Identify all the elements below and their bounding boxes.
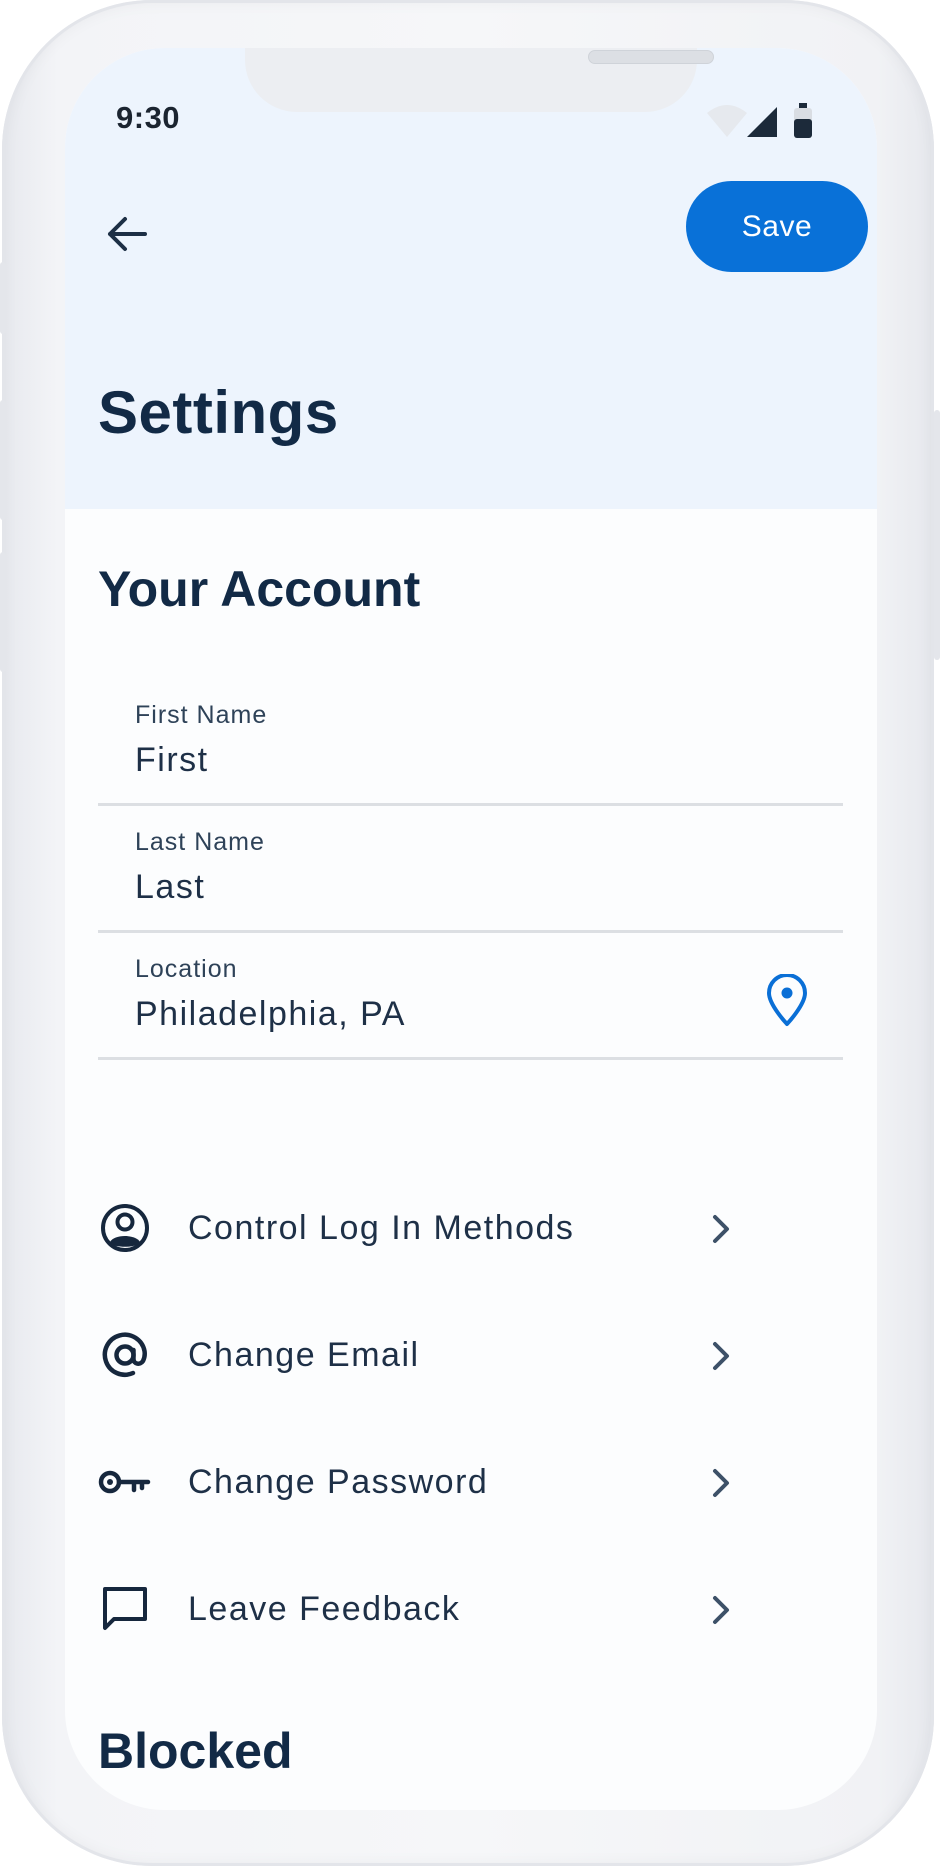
last-name-field[interactable]: Last Name Last: [98, 806, 843, 933]
menu-item-control-log-in-methods[interactable]: Control Log In Methods: [98, 1173, 843, 1283]
menu-item-label: Leave Feedback: [188, 1590, 461, 1628]
page-title: Settings: [98, 379, 339, 446]
first-name-value[interactable]: First: [135, 741, 695, 780]
menu-item-label: Change Email: [188, 1336, 420, 1374]
menu-item-leave-feedback[interactable]: Leave Feedback: [98, 1554, 843, 1664]
back-button[interactable]: [99, 206, 155, 262]
location-pin-icon[interactable]: [764, 973, 810, 1028]
notch: [245, 48, 714, 112]
menu-item-label: Control Log In Methods: [188, 1209, 575, 1247]
status-bar-icons: [705, 101, 825, 141]
last-name-label: Last Name: [135, 828, 265, 856]
location-field[interactable]: Location Philadelphia, PA: [98, 933, 843, 1060]
phone-side-button-volume-up: [0, 400, 6, 520]
chevron-right-icon: [713, 1342, 729, 1370]
phone-side-button-volume-down: [0, 552, 6, 672]
key-icon: [98, 1455, 152, 1509]
save-button[interactable]: Save: [686, 181, 868, 272]
last-name-value[interactable]: Last: [135, 868, 695, 907]
blocked-section-title: Blocked: [98, 1723, 293, 1779]
cellular-signal-icon: [747, 107, 777, 137]
user-circle-icon: [98, 1201, 152, 1255]
menu-item-change-email[interactable]: Change Email: [98, 1300, 843, 1410]
account-section-title: Your Account: [98, 561, 421, 617]
location-value[interactable]: Philadelphia, PA: [135, 995, 695, 1034]
chevron-right-icon: [713, 1469, 729, 1497]
wifi-icon: [707, 105, 747, 137]
arrow-left-icon: [108, 217, 147, 251]
status-bar-time: 9:30: [116, 100, 181, 135]
battery-icon: [794, 103, 812, 138]
phone-side-button-power: [934, 410, 940, 660]
first-name-field[interactable]: First Name First: [98, 679, 843, 806]
menu-item-change-password[interactable]: Change Password: [98, 1427, 843, 1537]
chevron-right-icon: [713, 1215, 729, 1243]
chevron-right-icon: [713, 1596, 729, 1624]
chat-bubble-icon: [98, 1582, 152, 1636]
at-sign-icon: [98, 1328, 152, 1382]
speaker-grille: [588, 50, 714, 64]
location-label: Location: [135, 955, 238, 983]
menu-item-label: Change Password: [188, 1463, 489, 1501]
phone-screen: 9:30 Save Settings Your Account First Na…: [65, 48, 877, 1810]
phone-side-button-mute: [0, 262, 6, 334]
first-name-label: First Name: [135, 701, 268, 729]
